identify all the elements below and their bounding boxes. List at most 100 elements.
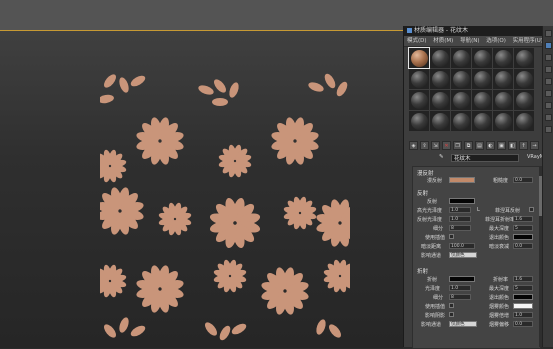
flower-large bbox=[315, 198, 350, 248]
viewport[interactable] bbox=[0, 30, 403, 348]
subdivs-spinner[interactable]: 8 bbox=[449, 225, 471, 231]
refl-gloss-spinner[interactable]: 1.0 bbox=[449, 216, 471, 222]
material-slot[interactable] bbox=[514, 111, 534, 131]
flower-small bbox=[100, 149, 127, 183]
refr-subdivs-label: 细分 bbox=[433, 295, 444, 301]
go-to-parent-icon[interactable]: ↑ bbox=[519, 141, 528, 150]
material-toolbar: ◈ ⇪ ⇲ ✕ ❐ ⧉ ▤ ◐ ▣ ◧ ↑ → bbox=[409, 141, 543, 151]
copy-material-icon[interactable]: ❐ bbox=[453, 141, 462, 150]
material-navigator-icon[interactable] bbox=[545, 126, 552, 133]
menu-mode[interactable]: 模式(D) bbox=[407, 38, 427, 44]
material-slot[interactable] bbox=[451, 90, 471, 110]
material-slot[interactable] bbox=[430, 111, 450, 131]
material-slot[interactable] bbox=[472, 48, 492, 68]
ior-spinner[interactable]: 1.6 bbox=[513, 276, 533, 282]
fog-bias-spinner[interactable]: 0.0 bbox=[513, 321, 533, 327]
gloss-spinner[interactable]: 1.0 bbox=[449, 285, 471, 291]
refr-use-interp-label: 使用插值 bbox=[425, 304, 446, 310]
material-sphere bbox=[410, 112, 428, 130]
material-slot[interactable] bbox=[451, 69, 471, 89]
assign-to-selection-icon[interactable]: ⇲ bbox=[431, 141, 440, 150]
material-slot[interactable] bbox=[493, 111, 513, 131]
material-slot[interactable] bbox=[514, 90, 534, 110]
video-color-check-icon[interactable] bbox=[545, 78, 552, 85]
material-slot[interactable] bbox=[493, 48, 513, 68]
material-slot[interactable] bbox=[493, 69, 513, 89]
dim-distance-spinner[interactable]: 100.0 bbox=[449, 243, 475, 249]
material-slot[interactable] bbox=[409, 111, 429, 131]
leaf-cluster bbox=[100, 72, 147, 105]
menu-material[interactable]: 材质(M) bbox=[433, 38, 453, 44]
refr-use-interp-checkbox[interactable] bbox=[449, 303, 454, 308]
lock-toggle[interactable]: L bbox=[477, 207, 480, 213]
fog-color-swatch[interactable] bbox=[513, 303, 533, 309]
get-material-icon[interactable]: ◈ bbox=[409, 141, 418, 150]
material-sphere bbox=[473, 49, 491, 67]
material-slot[interactable] bbox=[493, 90, 513, 110]
material-slot[interactable] bbox=[451, 48, 471, 68]
diffuse-color-swatch[interactable] bbox=[449, 177, 475, 183]
put-to-scene-icon[interactable]: ⇪ bbox=[420, 141, 429, 150]
reset-map-icon[interactable]: ✕ bbox=[442, 141, 451, 150]
material-slot[interactable] bbox=[451, 111, 471, 131]
fresnel-ior-spinner[interactable]: 1.6 bbox=[513, 216, 533, 222]
roughness-spinner[interactable]: 0.0 bbox=[513, 177, 533, 183]
refr-affect-channels-label: 影响通道 bbox=[421, 322, 442, 328]
menu-utilities[interactable]: 实用程序(U) bbox=[513, 38, 543, 44]
material-sphere bbox=[473, 91, 491, 109]
refract-color-swatch[interactable] bbox=[449, 276, 475, 282]
menu-navigation[interactable]: 导航(N) bbox=[460, 38, 479, 44]
go-forward-sibling-icon[interactable]: → bbox=[530, 141, 539, 150]
material-slot[interactable] bbox=[472, 90, 492, 110]
material-sphere bbox=[452, 112, 470, 130]
refr-exit-color-swatch[interactable] bbox=[513, 294, 533, 300]
fog-multiplier-spinner[interactable]: 1.0 bbox=[513, 312, 533, 318]
material-slot[interactable] bbox=[409, 69, 429, 89]
make-unique-icon[interactable]: ⧉ bbox=[464, 141, 473, 150]
use-interp-checkbox[interactable] bbox=[449, 234, 454, 239]
refr-subdivs-spinner[interactable]: 8 bbox=[449, 294, 471, 300]
menu-options[interactable]: 选项(O) bbox=[486, 38, 506, 44]
material-slot[interactable] bbox=[409, 90, 429, 110]
material-slot[interactable] bbox=[430, 90, 450, 110]
max-depth-spinner[interactable]: 5 bbox=[513, 225, 533, 231]
refraction-section-label: 折射 bbox=[417, 269, 429, 275]
flower-small bbox=[218, 144, 252, 178]
select-by-material-icon[interactable] bbox=[545, 114, 552, 121]
flower-large bbox=[260, 266, 310, 316]
hilight-gloss-spinner[interactable]: 1.0 bbox=[449, 207, 471, 213]
fresnel-checkbox[interactable] bbox=[529, 207, 534, 212]
dim-falloff-spinner[interactable]: 0.0 bbox=[513, 243, 533, 249]
material-slot[interactable] bbox=[472, 69, 492, 89]
material-slot[interactable] bbox=[430, 48, 450, 68]
exit-color-swatch[interactable] bbox=[513, 234, 533, 240]
material-sphere bbox=[473, 70, 491, 88]
material-id-icon[interactable]: ◐ bbox=[486, 141, 495, 150]
sample-type-icon[interactable] bbox=[545, 30, 552, 37]
show-end-result-icon[interactable]: ◧ bbox=[508, 141, 517, 150]
material-slot[interactable] bbox=[514, 48, 534, 68]
flower-small bbox=[213, 259, 247, 293]
refr-max-depth-spinner[interactable]: 5 bbox=[513, 285, 533, 291]
put-to-library-icon[interactable]: ▤ bbox=[475, 141, 484, 150]
material-slot[interactable] bbox=[514, 69, 534, 89]
leaf-cluster bbox=[101, 316, 147, 340]
make-preview-icon[interactable] bbox=[545, 90, 552, 97]
affect-shadows-checkbox[interactable] bbox=[449, 312, 454, 317]
reflect-label: 反射 bbox=[427, 199, 438, 205]
flower-small bbox=[100, 264, 127, 298]
pick-icon[interactable]: ✎ bbox=[439, 154, 444, 160]
affect-channels-dropdown[interactable]: 仅颜色 bbox=[449, 252, 477, 258]
show-in-viewport-icon[interactable]: ▣ bbox=[497, 141, 506, 150]
material-slot[interactable] bbox=[430, 69, 450, 89]
options-icon[interactable] bbox=[545, 102, 552, 109]
material-slot[interactable] bbox=[472, 111, 492, 131]
material-slot[interactable] bbox=[408, 47, 430, 69]
reflect-color-swatch[interactable] bbox=[449, 198, 475, 204]
uv-tiling-icon[interactable] bbox=[545, 66, 552, 73]
background-icon[interactable] bbox=[545, 54, 552, 61]
backlight-icon[interactable] bbox=[545, 42, 552, 49]
refr-affect-channels-dropdown[interactable]: 仅颜色 bbox=[449, 321, 477, 327]
dim-falloff-label: 暗淡衰减 bbox=[489, 244, 510, 250]
material-name-field[interactable]: 花纹木 bbox=[451, 154, 519, 162]
